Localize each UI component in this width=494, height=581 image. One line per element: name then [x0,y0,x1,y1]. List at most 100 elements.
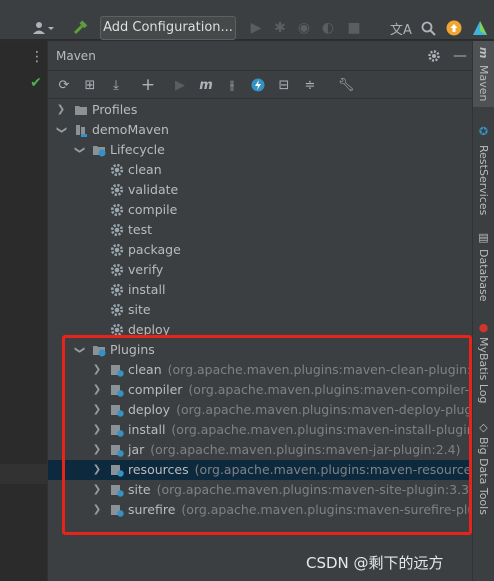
goal-label: package [128,242,181,257]
profiles-label: Profiles [92,102,138,117]
settings-gear-icon[interactable] [424,46,444,66]
lifecycle-goal-test[interactable]: test [48,220,472,240]
translate-icon[interactable]: 文A [390,18,412,38]
tree-node-plugins[interactable]: ❯ Plugins [48,340,472,360]
plugin-icon [111,425,124,437]
plugin-icon [111,365,124,377]
collapse-arrow-icon[interactable]: ❯ [51,125,71,135]
gear-icon [110,263,124,277]
reload-icon[interactable]: ⟳ [54,75,74,95]
show-dependencies-icon[interactable]: ⊟ [274,75,294,95]
expand-arrow-icon[interactable]: ❯ [92,440,102,460]
expand-arrow-icon[interactable]: ❯ [92,360,102,380]
debug-icon[interactable]: ✱ [270,18,290,38]
toggle-offline-icon[interactable]: ⫲ [222,75,242,95]
mybatis-icon: ● [477,321,490,334]
gear-icon [110,163,124,177]
add-icon[interactable]: + [138,75,158,95]
run-icon[interactable]: ▶ [246,18,266,38]
restservices-tab-label: RestServices [477,145,490,216]
plugin-name: compiler [128,382,183,397]
lifecycle-goal-compile[interactable]: compile [48,200,472,220]
expand-arrow-icon[interactable]: ❯ [92,380,102,400]
maven-side-tab[interactable]: m Maven [473,41,494,107]
plugin-coordinates: (org.apache.maven.plugins:maven-site-plu… [156,482,474,497]
plugin-label: jar (org.apache.maven.plugins:maven-jar-p… [128,440,461,460]
build-hammer-icon[interactable] [70,18,90,38]
plugin-logo-icon[interactable] [470,18,490,38]
plugin-jar[interactable]: ❯ jar (org.apache.maven.plugins:maven-jar-… [48,440,472,460]
lifecycle-goal-verify[interactable]: verify [48,260,472,280]
collapse-arrow-icon[interactable]: ❯ [69,345,89,355]
lifecycle-goal-package[interactable]: package [48,240,472,260]
skip-tests-icon[interactable] [248,75,268,95]
lifecycle-goal-site[interactable]: site [48,300,472,320]
plugin-deploy[interactable]: ❯ deploy (org.apache.maven.plugins:maven-d… [48,400,494,420]
lifecycle-goal-validate[interactable]: validate [48,180,472,200]
gear-icon [110,183,124,197]
plugin-install[interactable]: ❯ install (org.apache.maven.plugins:maven-… [48,420,494,440]
right-tool-window-bar: m Maven ✪ RestServices ▤ Database ● MyBa… [472,41,494,581]
watermark: CSDN @剩下的远方 [306,554,444,572]
maven-settings-wrench-icon[interactable]: 🔧︎ [336,75,356,95]
search-icon[interactable] [418,18,438,38]
tree-node-lifecycle[interactable]: ❯ Lifecycle [48,140,472,160]
plugin-icon [111,485,124,497]
gear-icon [110,323,124,337]
plugin-name: deploy [128,402,171,417]
maven-m-icon: m [477,47,490,59]
add-configuration-button[interactable]: Add Configuration... [100,16,236,40]
plugin-icon [111,505,124,517]
plugin-resources[interactable]: ❯ resources (org.apache.maven.plugins:mave… [48,460,494,480]
run-goal-icon[interactable]: ▶ [170,75,190,95]
lifecycle-goal-deploy[interactable]: deploy [48,320,472,340]
mybatis-log-side-tab[interactable]: ● MyBatis Log [473,321,494,411]
lifecycle-goal-install[interactable]: install [48,280,472,300]
main-toolbar: Add Configuration... ▶ ✱ ◉ ◐ ■ 文A [0,0,494,40]
expand-arrow-icon[interactable]: ❯ [92,420,102,440]
expand-arrow-icon[interactable]: ❯ [92,460,102,480]
database-side-tab[interactable]: ▤ Database [473,231,494,321]
plugin-coordinates: (org.apache.maven.plugins:maven-clean-pl… [167,362,494,377]
coverage-icon[interactable]: ◉ [294,18,314,38]
panel-title: Maven [56,49,96,63]
plugin-compiler[interactable]: ❯ compiler (org.apache.maven.plugins:maven… [48,380,494,400]
minimize-icon[interactable]: — [450,46,470,66]
plugin-label: surefire (org.apache.maven.plugins:maven-… [128,500,494,520]
plugin-site[interactable]: ❯ site (org.apache.maven.plugins:maven-sit… [48,480,474,500]
plugin-coordinates: (org.apache.maven.plugins:maven-compiler… [188,382,494,397]
plugin-name: clean [128,362,162,377]
generate-sources-icon[interactable]: ⊞ [80,75,100,95]
database-tab-label: Database [477,249,490,302]
big-data-tools-side-tab[interactable]: ◇ Big Data Tools [473,421,494,541]
lifecycle-goal-clean[interactable]: clean [48,160,472,180]
plugin-name: resources [128,462,189,477]
expand-arrow-icon[interactable]: ❯ [92,480,102,500]
database-icon: ▤ [477,231,490,244]
collapse-all-icon[interactable]: ≑ [300,75,320,95]
stop-icon[interactable]: ■ [344,18,364,38]
expand-arrow-icon[interactable]: ❯ [92,500,102,520]
lifecycle-label: Lifecycle [110,142,165,157]
user-icon[interactable] [30,18,56,38]
goal-label: validate [128,182,179,197]
expand-arrow-icon[interactable]: ❯ [56,100,66,120]
maven-project-icon [76,125,87,137]
mybatis-tab-label: MyBatis Log [477,337,490,404]
tree-node-profiles[interactable]: ❯ Profiles [48,100,472,120]
plugin-icon [111,465,124,477]
tree-node-project[interactable]: ❯ demoMaven [48,120,472,140]
collapse-arrow-icon[interactable]: ❯ [69,145,89,155]
expand-arrow-icon[interactable]: ❯ [92,400,102,420]
goal-label: install [128,282,166,297]
profile-icon[interactable]: ◐ [318,18,338,38]
plugin-icon [111,385,124,397]
execute-maven-goal-icon[interactable]: m [196,75,216,95]
plugin-clean[interactable]: ❯ clean (org.apache.maven.plugins:maven-cl… [48,360,494,380]
goal-label: site [128,302,151,317]
project-label: demoMaven [92,122,169,137]
update-icon[interactable] [444,18,464,38]
download-icon[interactable]: ⤓ [106,75,126,95]
plugin-surefire[interactable]: ❯ surefire (org.apache.maven.plugins:maven… [48,500,494,520]
more-options-icon[interactable]: ⋮ [30,47,44,67]
